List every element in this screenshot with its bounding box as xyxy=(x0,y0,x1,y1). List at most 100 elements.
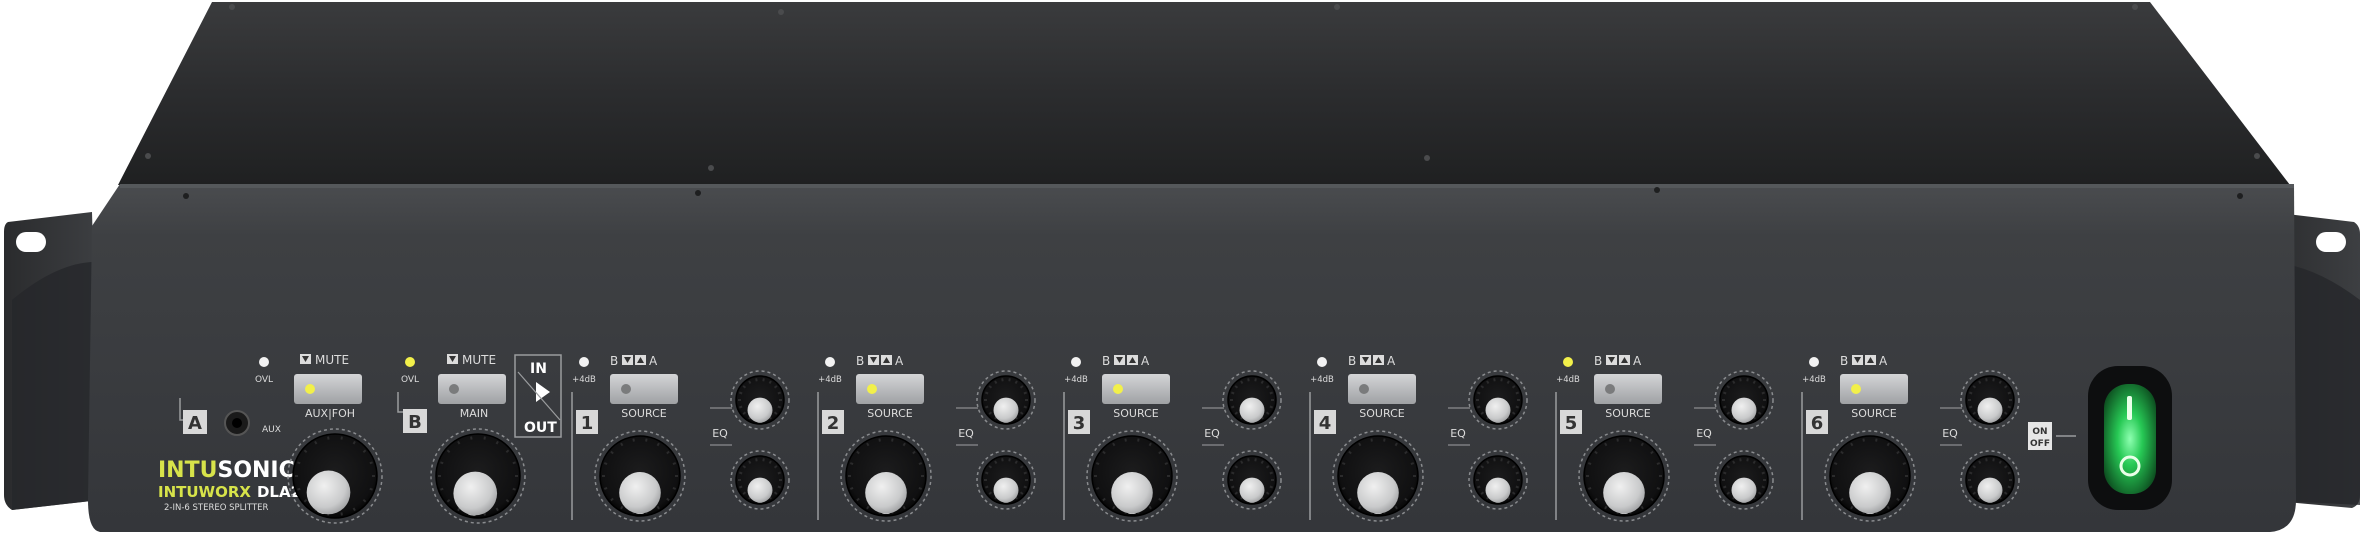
knob-cap xyxy=(1357,472,1399,514)
routing-in-label: IN xyxy=(530,361,547,377)
knob-ridge xyxy=(1761,405,1766,409)
knob-ridge xyxy=(1358,442,1362,447)
source-button[interactable] xyxy=(610,374,678,404)
knob-ridge xyxy=(866,505,870,510)
knob-ridge xyxy=(1722,405,1727,409)
knob-ridge xyxy=(902,505,906,510)
source-button[interactable] xyxy=(1594,374,1662,404)
knob-cap xyxy=(1977,397,2003,423)
knob-ridge xyxy=(1850,505,1854,510)
knob-ridge xyxy=(495,507,499,512)
source-button[interactable] xyxy=(1102,374,1170,404)
knob-ridge xyxy=(1383,438,1386,442)
input-a-id: A xyxy=(188,413,202,434)
knob-ridge xyxy=(1341,462,1346,465)
source-button[interactable] xyxy=(1840,374,1908,404)
knob-ridge xyxy=(457,507,461,512)
input-b-button-label: MAIN xyxy=(460,407,489,420)
plus4-led xyxy=(579,357,589,367)
source-button[interactable] xyxy=(856,374,924,404)
select-b-label: B xyxy=(1840,354,1848,368)
knob-cap xyxy=(306,470,351,515)
plus4-led xyxy=(1809,357,1819,367)
knob-cap xyxy=(1731,477,1757,503)
knob-ridge xyxy=(2007,405,2012,409)
knob-ridge xyxy=(1269,391,1274,395)
model-name: INTUWORX DLA26 xyxy=(158,483,311,501)
knob-cap xyxy=(747,477,773,503)
knob-ridge xyxy=(1240,380,1244,385)
knob-ridge xyxy=(512,487,516,491)
knob-ridge xyxy=(748,380,752,385)
knob-ridge xyxy=(1148,442,1152,447)
knob-ridge xyxy=(1722,485,1727,489)
eq-label: EQ xyxy=(1450,427,1466,440)
knob-ridge xyxy=(620,505,624,510)
rack-slot-right xyxy=(2316,232,2346,252)
knob-ridge xyxy=(672,487,677,490)
knob-cap xyxy=(1977,477,2003,503)
knob-ridge xyxy=(738,391,743,395)
knob-ridge xyxy=(984,405,989,409)
input-a-ovl-led xyxy=(259,357,269,367)
knob-cap xyxy=(1731,397,1757,423)
knob-ridge xyxy=(1230,405,1235,409)
plus4-label: +4dB xyxy=(1064,375,1088,385)
knob-ridge xyxy=(656,442,660,447)
knob-ridge xyxy=(620,442,624,447)
rack-slot-left xyxy=(16,232,46,252)
knob-ridge xyxy=(1001,378,1004,382)
input-b-mute-button[interactable] xyxy=(438,374,506,404)
knob-ridge xyxy=(1254,378,1257,382)
source-led xyxy=(1359,384,1369,394)
plus4-led xyxy=(825,357,835,367)
knob-ridge xyxy=(1370,438,1373,442)
knob-ridge xyxy=(1500,378,1503,382)
knob-cap xyxy=(453,471,498,516)
knob-ridge xyxy=(1260,380,1264,385)
select-a-label: A xyxy=(649,354,658,368)
knob-ridge xyxy=(918,462,923,465)
knob-ridge xyxy=(1476,405,1481,409)
source-label: SOURCE xyxy=(621,407,666,420)
routing-out-label: OUT xyxy=(524,420,557,436)
input-a-mute-button[interactable] xyxy=(294,374,362,404)
plus4-label: +4dB xyxy=(1802,375,1826,385)
knob-ridge xyxy=(1640,442,1644,447)
brand-logo: INTUSONIC xyxy=(158,458,295,483)
knob-ridge xyxy=(1875,438,1878,442)
knob-ridge xyxy=(1752,380,1756,385)
knob-ridge xyxy=(1515,405,1520,409)
knob-ridge xyxy=(1656,462,1661,465)
knob-ridge xyxy=(2007,485,2012,489)
knob-ridge xyxy=(1269,471,1274,475)
knob-ridge xyxy=(656,505,660,510)
source-label: SOURCE xyxy=(1605,407,1650,420)
knob-ridge xyxy=(994,460,998,465)
knob-ridge xyxy=(1978,380,1982,385)
knob-ridge xyxy=(603,487,608,490)
knob-ridge xyxy=(768,460,772,465)
knob-cap xyxy=(1849,472,1891,514)
input-b-mute-led xyxy=(449,384,459,394)
knob-ridge xyxy=(1752,460,1756,465)
knob-ridge xyxy=(1732,460,1736,465)
knob-ridge xyxy=(1247,458,1250,462)
knob-ridge xyxy=(1476,485,1481,489)
knob-ridge xyxy=(1515,485,1520,489)
knob-ridge xyxy=(314,440,318,445)
product-photo: INTUSONIC INTUWORX DLA26 2-IN-6 STEREO SP… xyxy=(4,2,2360,532)
knob-ridge xyxy=(1164,462,1169,465)
knob-ridge xyxy=(777,485,782,489)
knob-ridge xyxy=(1616,438,1619,442)
knob-ridge xyxy=(738,485,743,489)
plus4-label: +4dB xyxy=(818,375,842,385)
knob-ridge xyxy=(1260,460,1264,465)
knob-ridge xyxy=(1476,471,1481,475)
knob-ridge xyxy=(495,440,499,445)
input-b-ovl-label: OVL xyxy=(401,375,419,385)
select-a-label: A xyxy=(895,354,904,368)
knob-ridge xyxy=(369,461,373,465)
source-button[interactable] xyxy=(1348,374,1416,404)
knob-ridge xyxy=(512,461,516,465)
